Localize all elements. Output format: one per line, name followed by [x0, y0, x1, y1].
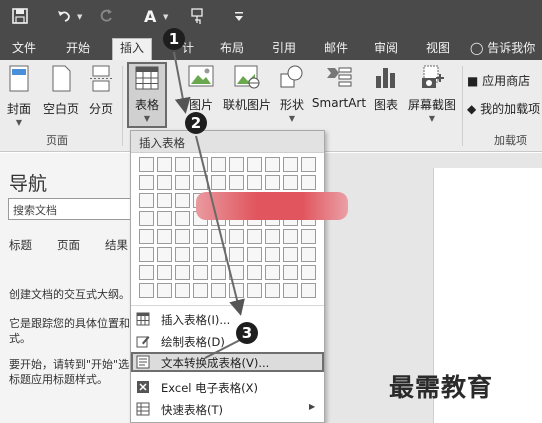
- step-badge-3: 3: [236, 322, 258, 344]
- annotation-arrows: [173, 51, 245, 359]
- arrow-1: [173, 51, 191, 114]
- arrow-2: [195, 135, 245, 316]
- watermark-text: 最需教育: [389, 373, 494, 402]
- step-badge-2: 2: [185, 112, 207, 134]
- step-badge-1: 1: [163, 28, 185, 50]
- arrow-3: [204, 339, 241, 359]
